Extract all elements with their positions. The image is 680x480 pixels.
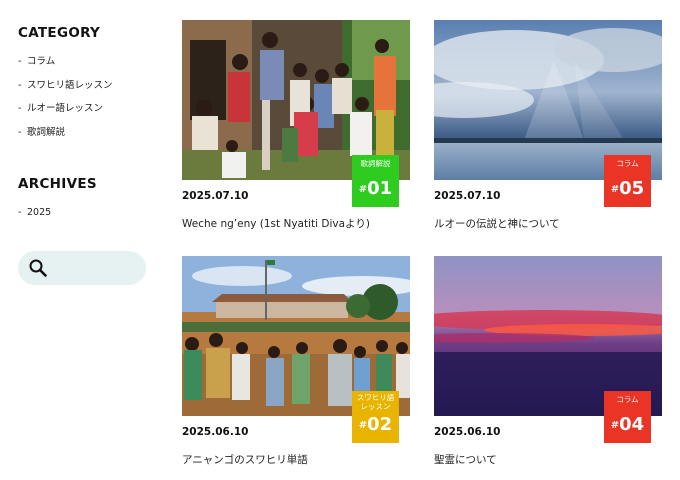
post-date: 2025.07.10 (434, 190, 501, 202)
post-badge-number: #05 (604, 179, 651, 199)
archives-list: -2025 (18, 207, 51, 231)
post-badge-category: スワヒリ語 レッスン (356, 393, 395, 411)
post-badge: コラム #05 (604, 155, 651, 207)
post-badge-number-prefix: # (358, 184, 368, 195)
category-item[interactable]: - ルオー語レッスン (18, 103, 113, 127)
list-marker: - (18, 207, 22, 218)
list-marker: - (18, 79, 22, 91)
category-item[interactable]: - スワヒリ語レッスン (18, 80, 113, 104)
search-button[interactable] (18, 251, 146, 285)
post-badge-number-value: 02 (367, 414, 393, 435)
post-card[interactable]: コラム #04 2025.06.10 聖霊について (434, 256, 662, 476)
post-badge-number: #04 (604, 415, 651, 435)
category-link[interactable]: コラム (27, 56, 55, 67)
category-heading: CATEGORY (18, 25, 101, 41)
archive-item[interactable]: -2025 (18, 207, 51, 231)
category-link[interactable]: スワヒリ語レッスン (27, 80, 113, 91)
post-badge-number: #02 (352, 415, 399, 435)
post-badge-number-value: 01 (367, 178, 393, 199)
post-badge: 歌詞解説 #01 (352, 155, 399, 207)
list-marker: - (18, 56, 22, 67)
post-card[interactable]: コラム #05 2025.07.10 ルオーの伝説と神について (434, 20, 662, 240)
category-link[interactable]: ルオー語レッスン (27, 103, 103, 114)
post-card[interactable]: 歌詞解説 #01 2025.07.10 Weche ng’eny (1st Ny… (182, 20, 410, 240)
post-badge-number-value: 05 (619, 178, 645, 199)
post-title[interactable]: 聖霊について (434, 452, 497, 467)
search-icon (29, 259, 47, 277)
post-date: 2025.06.10 (434, 426, 501, 438)
post-badge-category: コラム (616, 159, 639, 168)
post-badge-number-value: 04 (619, 414, 645, 435)
post-badge-number-prefix: # (610, 420, 620, 431)
post-badge-category: コラム (616, 395, 639, 404)
archive-link[interactable]: 2025 (27, 207, 51, 218)
post-title[interactable]: アニャンゴのスワヒリ単語 (182, 452, 308, 467)
post-date: 2025.07.10 (182, 190, 249, 202)
post-badge-number-prefix: # (610, 184, 620, 195)
post-date: 2025.06.10 (182, 426, 249, 438)
post-badge-category: 歌詞解説 (360, 159, 391, 168)
post-badge: コラム #04 (604, 391, 651, 443)
category-link[interactable]: 歌詞解説 (27, 127, 65, 138)
post-badge-number: #01 (352, 179, 399, 199)
category-item[interactable]: - 歌詞解説 (18, 127, 113, 151)
archives-heading: ARCHIVES (18, 176, 97, 192)
list-marker: - (18, 126, 22, 138)
post-badge-number-prefix: # (358, 420, 368, 431)
category-list: - コラム - スワヒリ語レッスン - ルオー語レッスン - 歌詞解説 (18, 56, 113, 150)
post-card[interactable]: スワヒリ語 レッスン #02 2025.06.10 アニャンゴのスワヒリ単語 (182, 256, 410, 476)
post-title[interactable]: ルオーの伝説と神について (434, 216, 560, 231)
post-title[interactable]: Weche ng’eny (1st Nyatiti Divaより) (182, 216, 370, 231)
list-marker: - (18, 103, 22, 115)
category-item[interactable]: - コラム (18, 56, 113, 80)
post-badge: スワヒリ語 レッスン #02 (352, 391, 399, 443)
